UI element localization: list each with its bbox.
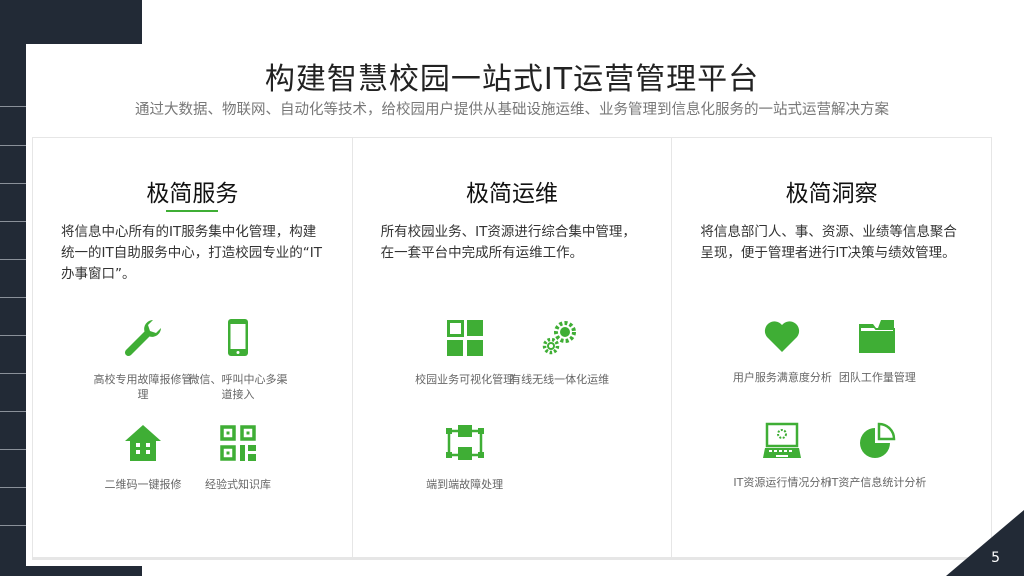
feature-item: 团队工作量管理 xyxy=(827,316,927,385)
pie-chart-icon xyxy=(860,422,896,458)
feature-item: 二维码一键报修 xyxy=(93,423,193,492)
feature-label: 经验式知识库 xyxy=(205,478,271,491)
feature-label: 高校专用故障报修管理 xyxy=(93,373,193,401)
feature-item: 微信、呼叫中心多渠道接入 xyxy=(188,318,288,402)
decor-line xyxy=(0,487,26,488)
page-number: 5 xyxy=(991,550,1000,566)
column-operations: 极简运维 所有校园业务、IT资源进行综合集中管理，在一套平台中完成所有运维工作。… xyxy=(353,138,673,557)
heart-icon xyxy=(765,321,800,352)
feature-item: IT资产信息统计分析 xyxy=(827,421,927,490)
page-subtitle: 通过大数据、物联网、自动化等技术，给校园用户提供从基础设施运维、业务管理到信息化… xyxy=(135,102,889,118)
feature-label: 团队工作量管理 xyxy=(838,371,916,384)
feature-label: 二维码一键报修 xyxy=(104,478,182,491)
column-heading: 极简洞察 xyxy=(785,181,878,207)
feature-cards: 极简服务 将信息中心所有的IT服务集中化管理，构建统一的IT自助服务中心，打造校… xyxy=(32,137,992,560)
column-service: 极简服务 将信息中心所有的IT服务集中化管理，构建统一的IT自助服务中心，打造校… xyxy=(33,138,353,557)
feature-label: IT资源运行情况分析 xyxy=(733,476,832,489)
grid-icon xyxy=(446,320,483,356)
feature-item: IT资源运行情况分析 xyxy=(732,421,832,490)
page-title: 构建智慧校园一站式IT运营管理平台 xyxy=(264,62,760,97)
mobile-phone-icon xyxy=(228,319,248,356)
folder-icon xyxy=(859,320,896,353)
laptop-icon xyxy=(763,422,802,458)
qr-code-icon xyxy=(220,425,256,461)
gears-icon xyxy=(542,321,576,355)
column-heading: 极简运维 xyxy=(466,181,558,207)
house-icon xyxy=(125,425,161,461)
feature-item: 用户服务满意度分析 xyxy=(732,316,832,385)
feature-label: 校园业务可视化管理 xyxy=(415,373,515,386)
decor-line xyxy=(0,297,26,298)
column-desc: 所有校园业务、IT资源进行综合集中管理，在一套平台中完成所有运维工作。 xyxy=(380,224,636,261)
decor-line xyxy=(0,183,26,184)
decor-line xyxy=(0,449,26,450)
column-heading: 极简服务 xyxy=(33,174,352,212)
decor-line xyxy=(0,221,26,222)
decor-line xyxy=(0,259,26,260)
column-desc: 将信息部门人、事、资源、业绩等信息聚合呈现，便于管理者进行IT决策与绩效管理。 xyxy=(700,224,957,261)
column-desc: 将信息中心所有的IT服务集中化管理，构建统一的IT自助服务中心，打造校园专业的“… xyxy=(61,224,322,282)
feature-label: IT资产信息统计分析 xyxy=(828,476,927,489)
feature-item: 校园业务可视化管理 xyxy=(415,318,515,387)
feature-label: 端到端故障处理 xyxy=(426,478,504,491)
feature-label: 用户服务满意度分析 xyxy=(732,371,832,384)
feature-item: 有线无线一体化运维 xyxy=(510,318,610,387)
decor-line xyxy=(0,373,26,374)
feature-item: 高校专用故障报修管理 xyxy=(93,318,193,402)
feature-item: 经验式知识库 xyxy=(188,423,288,492)
decor-line xyxy=(0,525,26,526)
feature-label: 有线无线一体化运维 xyxy=(510,373,610,386)
decor-line xyxy=(0,335,26,336)
feature-item: 端到端故障处理 xyxy=(415,423,515,492)
bottom-left-decor xyxy=(0,566,142,576)
page-corner-decor xyxy=(946,510,1024,576)
decor-line xyxy=(0,145,26,146)
feature-label: 微信、呼叫中心多渠道接入 xyxy=(188,373,288,401)
decor-line xyxy=(0,411,26,412)
network-nodes-icon xyxy=(445,425,484,460)
column-insight: 极简洞察 将信息部门人、事、资源、业绩等信息聚合呈现，便于管理者进行IT决策与绩… xyxy=(672,138,991,557)
top-left-decor xyxy=(0,0,142,44)
wrench-icon xyxy=(124,320,161,357)
